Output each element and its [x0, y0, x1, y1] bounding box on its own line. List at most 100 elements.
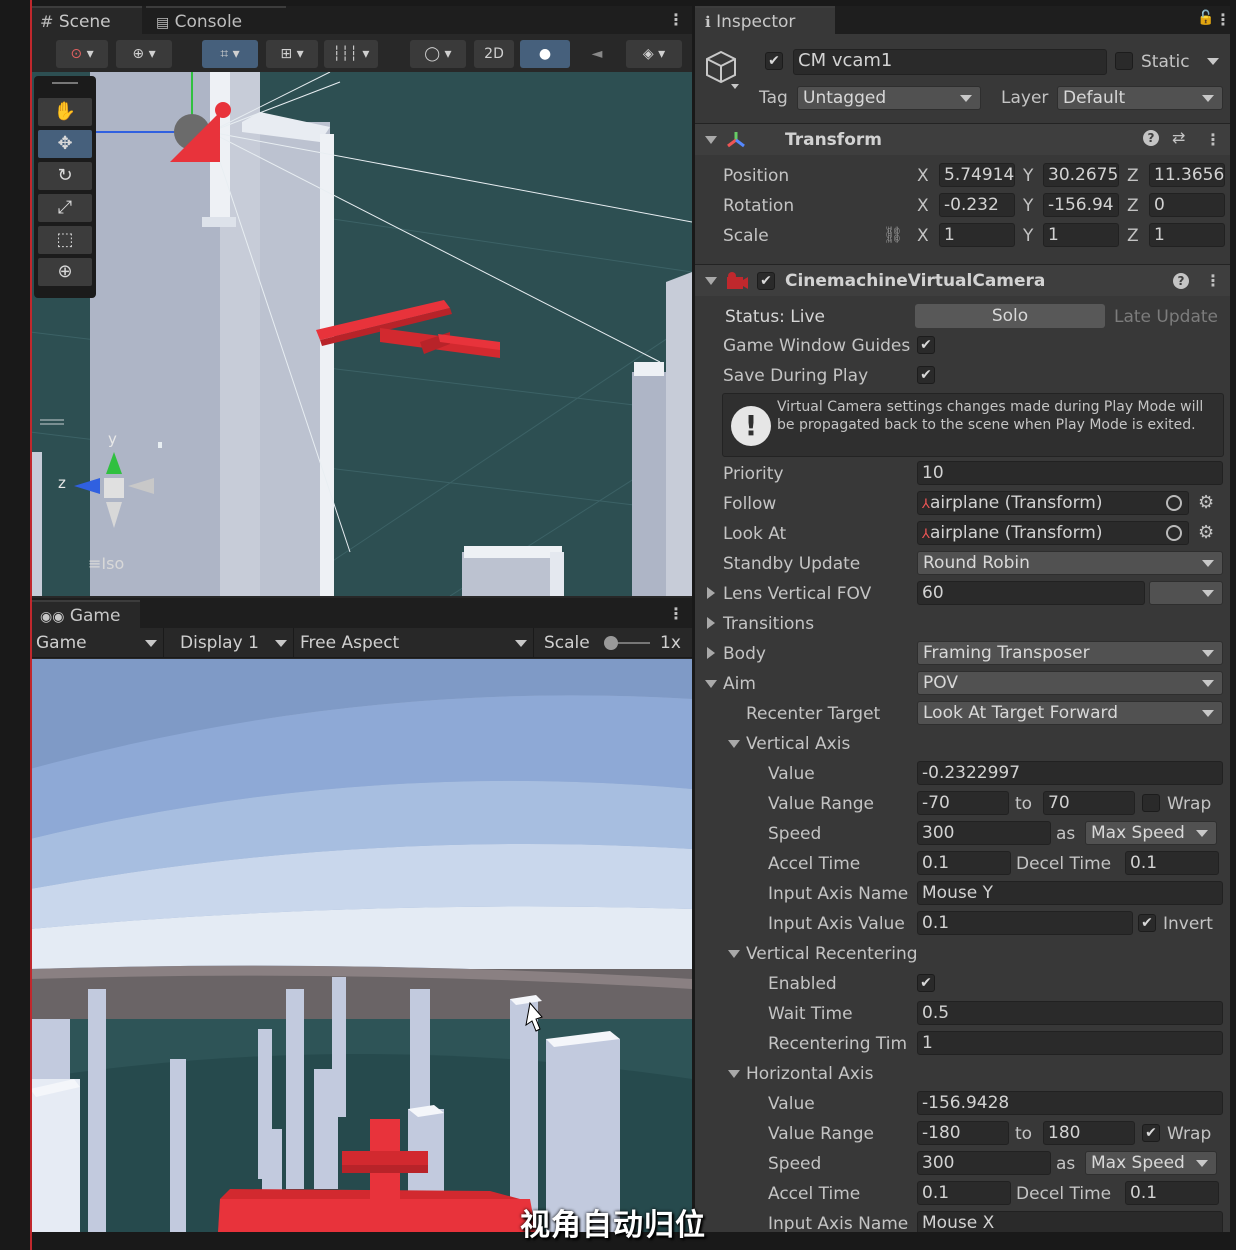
game-window-guides-checkbox[interactable]: ✔ [917, 336, 935, 354]
transform-header[interactable]: Transform ? ⇄ ⋮ [695, 123, 1230, 155]
preset-icon[interactable]: ⇄ [1172, 128, 1185, 147]
effects-toggle-button[interactable]: ◈ ▾ [626, 40, 682, 68]
ha-range-max-field[interactable]: 180 [1043, 1121, 1135, 1145]
scale-x-field[interactable]: 1 [939, 223, 1015, 247]
foldout-arrow-icon[interactable] [707, 617, 715, 629]
component-menu-icon[interactable]: ⋮ [1205, 132, 1221, 148]
va-speed-field[interactable]: 300 [917, 821, 1051, 845]
va-input-value-field[interactable]: 0.1 [917, 911, 1133, 935]
priority-field[interactable]: 10 [917, 461, 1223, 485]
va-accel-field[interactable]: 0.1 [917, 851, 1011, 875]
vr-enabled-checkbox[interactable]: ✔ [917, 974, 935, 992]
ha-input-name-field[interactable]: Mouse X [917, 1211, 1223, 1232]
va-speed-mode-dropdown[interactable]: Max Speed [1085, 821, 1217, 845]
save-during-play-checkbox[interactable]: ✔ [917, 366, 935, 384]
rotation-z-field[interactable]: 0 [1149, 193, 1225, 217]
scene-view[interactable]: ✋ ✥ ↻ ⤢ ⬚ ⊕ y z ≡Iso [30, 72, 692, 596]
va-invert-checkbox[interactable]: ✔ [1138, 914, 1156, 932]
ha-decel-field[interactable]: 0.1 [1125, 1181, 1219, 1205]
game-menu-icon[interactable]: ⋮ [668, 606, 684, 622]
standby-update-dropdown[interactable]: Round Robin [917, 551, 1223, 575]
audio-toggle-button[interactable]: ◄ [582, 40, 612, 68]
vcam-enabled-checkbox[interactable]: ✔ [757, 272, 775, 290]
gizmo-toggle-button[interactable]: ⊙ ▾ [56, 40, 108, 68]
va-value-field[interactable]: -0.2322997 [917, 761, 1223, 785]
link-icon[interactable]: ⛓ [883, 225, 903, 244]
object-name-input[interactable]: CM vcam1 [793, 49, 1107, 75]
vertical-recentering-title[interactable]: Vertical Recentering [746, 943, 918, 965]
tab-scene[interactable]: # Scene [30, 6, 142, 34]
vcam-header[interactable]: ✔ CinemachineVirtualCamera ? ⋮ [695, 264, 1230, 296]
help-icon[interactable]: ? [1173, 273, 1189, 289]
transform-tool-button[interactable]: ⊕ [38, 258, 92, 286]
position-z-field[interactable]: 11.3656 [1149, 163, 1225, 187]
va-range-min-field[interactable]: -70 [917, 791, 1009, 815]
follow-field[interactable]: ⅄airplane (Transform) [917, 491, 1189, 515]
scale-slider-handle[interactable] [604, 636, 618, 650]
ha-wrap-checkbox[interactable]: ✔ [1142, 1124, 1160, 1142]
va-range-max-field[interactable]: 70 [1043, 791, 1135, 815]
foldout-arrow-icon[interactable] [728, 950, 740, 958]
object-picker-icon[interactable] [1166, 525, 1182, 541]
object-picker-icon[interactable] [1166, 495, 1182, 511]
tab-inspector[interactable]: ℹ Inspector [695, 6, 835, 34]
vr-recenter-time-field[interactable]: 1 [917, 1031, 1223, 1055]
mode-2d-button[interactable]: 2D [474, 40, 514, 68]
va-input-name-field[interactable]: Mouse Y [917, 881, 1223, 905]
layer-dropdown[interactable]: Default [1057, 86, 1223, 110]
snap-toggle-button[interactable]: ⌗ ▾ [202, 40, 258, 68]
component-menu-icon[interactable]: ⋮ [1205, 273, 1221, 289]
display-dropdown[interactable]: Display 1 [174, 628, 294, 658]
increment-snap-button[interactable]: ┆┆┆ ▾ [324, 40, 378, 68]
vertical-axis-title[interactable]: Vertical Axis [746, 733, 850, 755]
tag-dropdown[interactable]: Untagged [797, 86, 981, 110]
foldout-arrow-icon[interactable] [705, 136, 717, 144]
ha-range-min-field[interactable]: -180 [917, 1121, 1009, 1145]
gear-icon[interactable]: ⚙ [1198, 492, 1214, 513]
cube-icon[interactable] [703, 48, 739, 90]
rotation-y-field[interactable]: -156.94 [1043, 193, 1119, 217]
foldout-arrow-icon[interactable] [728, 740, 740, 748]
foldout-arrow-icon[interactable] [707, 587, 715, 599]
foldout-arrow-icon[interactable] [705, 680, 717, 688]
recenter-target-dropdown[interactable]: Look At Target Forward [917, 701, 1223, 725]
aim-dropdown[interactable]: POV [917, 671, 1223, 695]
help-icon[interactable]: ? [1143, 130, 1159, 146]
solo-button[interactable]: Solo [915, 304, 1105, 328]
look-at-field[interactable]: ⅄airplane (Transform) [917, 521, 1189, 545]
vr-wait-field[interactable]: 0.5 [917, 1001, 1223, 1025]
ha-value-field[interactable]: -156.9428 [917, 1091, 1223, 1115]
horizontal-axis-title[interactable]: Horizontal Axis [746, 1063, 873, 1085]
va-decel-field[interactable]: 0.1 [1125, 851, 1219, 875]
scale-y-field[interactable]: 1 [1043, 223, 1119, 247]
tab-console[interactable]: ▤ Console [146, 6, 286, 34]
scale-tool-button[interactable]: ⤢ [38, 194, 92, 222]
foldout-arrow-icon[interactable] [707, 647, 715, 659]
gear-icon[interactable]: ⚙ [1198, 522, 1214, 543]
projection-toggle[interactable]: ≡Iso [88, 554, 124, 573]
ha-speed-mode-dropdown[interactable]: Max Speed [1085, 1151, 1217, 1175]
global-toggle-button[interactable]: ⊕ ▾ [116, 40, 172, 68]
static-checkbox[interactable] [1115, 52, 1133, 70]
ha-accel-field[interactable]: 0.1 [917, 1181, 1011, 1205]
tab-game[interactable]: ◉◉ Game [30, 600, 140, 628]
lighting-toggle-button[interactable]: ● [520, 40, 570, 68]
move-tool-button[interactable]: ✥ [38, 130, 92, 158]
scene-menu-icon[interactable]: ⋮ [668, 12, 684, 28]
position-y-field[interactable]: 30.2675 [1043, 163, 1119, 187]
aspect-dropdown[interactable]: Free Aspect [294, 628, 534, 658]
inspector-menu-icon[interactable]: ⋮ [1215, 12, 1230, 28]
va-wrap-checkbox[interactable] [1142, 794, 1160, 812]
active-checkbox[interactable]: ✔ [765, 52, 783, 70]
rotate-tool-button[interactable]: ↻ [38, 162, 92, 190]
grid-snap-button[interactable]: ⊞ ▾ [266, 40, 318, 68]
static-dropdown-icon[interactable] [1207, 58, 1219, 65]
ha-speed-field[interactable]: 300 [917, 1151, 1051, 1175]
drag-handle[interactable] [52, 82, 78, 84]
body-dropdown[interactable]: Framing Transposer [917, 641, 1223, 665]
position-x-field[interactable]: 5.74914 [939, 163, 1015, 187]
game-view[interactable] [30, 659, 692, 1232]
rotation-x-field[interactable]: -0.232 [939, 193, 1015, 217]
lock-icon[interactable]: 🔓 [1197, 10, 1214, 26]
foldout-arrow-icon[interactable] [705, 277, 717, 285]
